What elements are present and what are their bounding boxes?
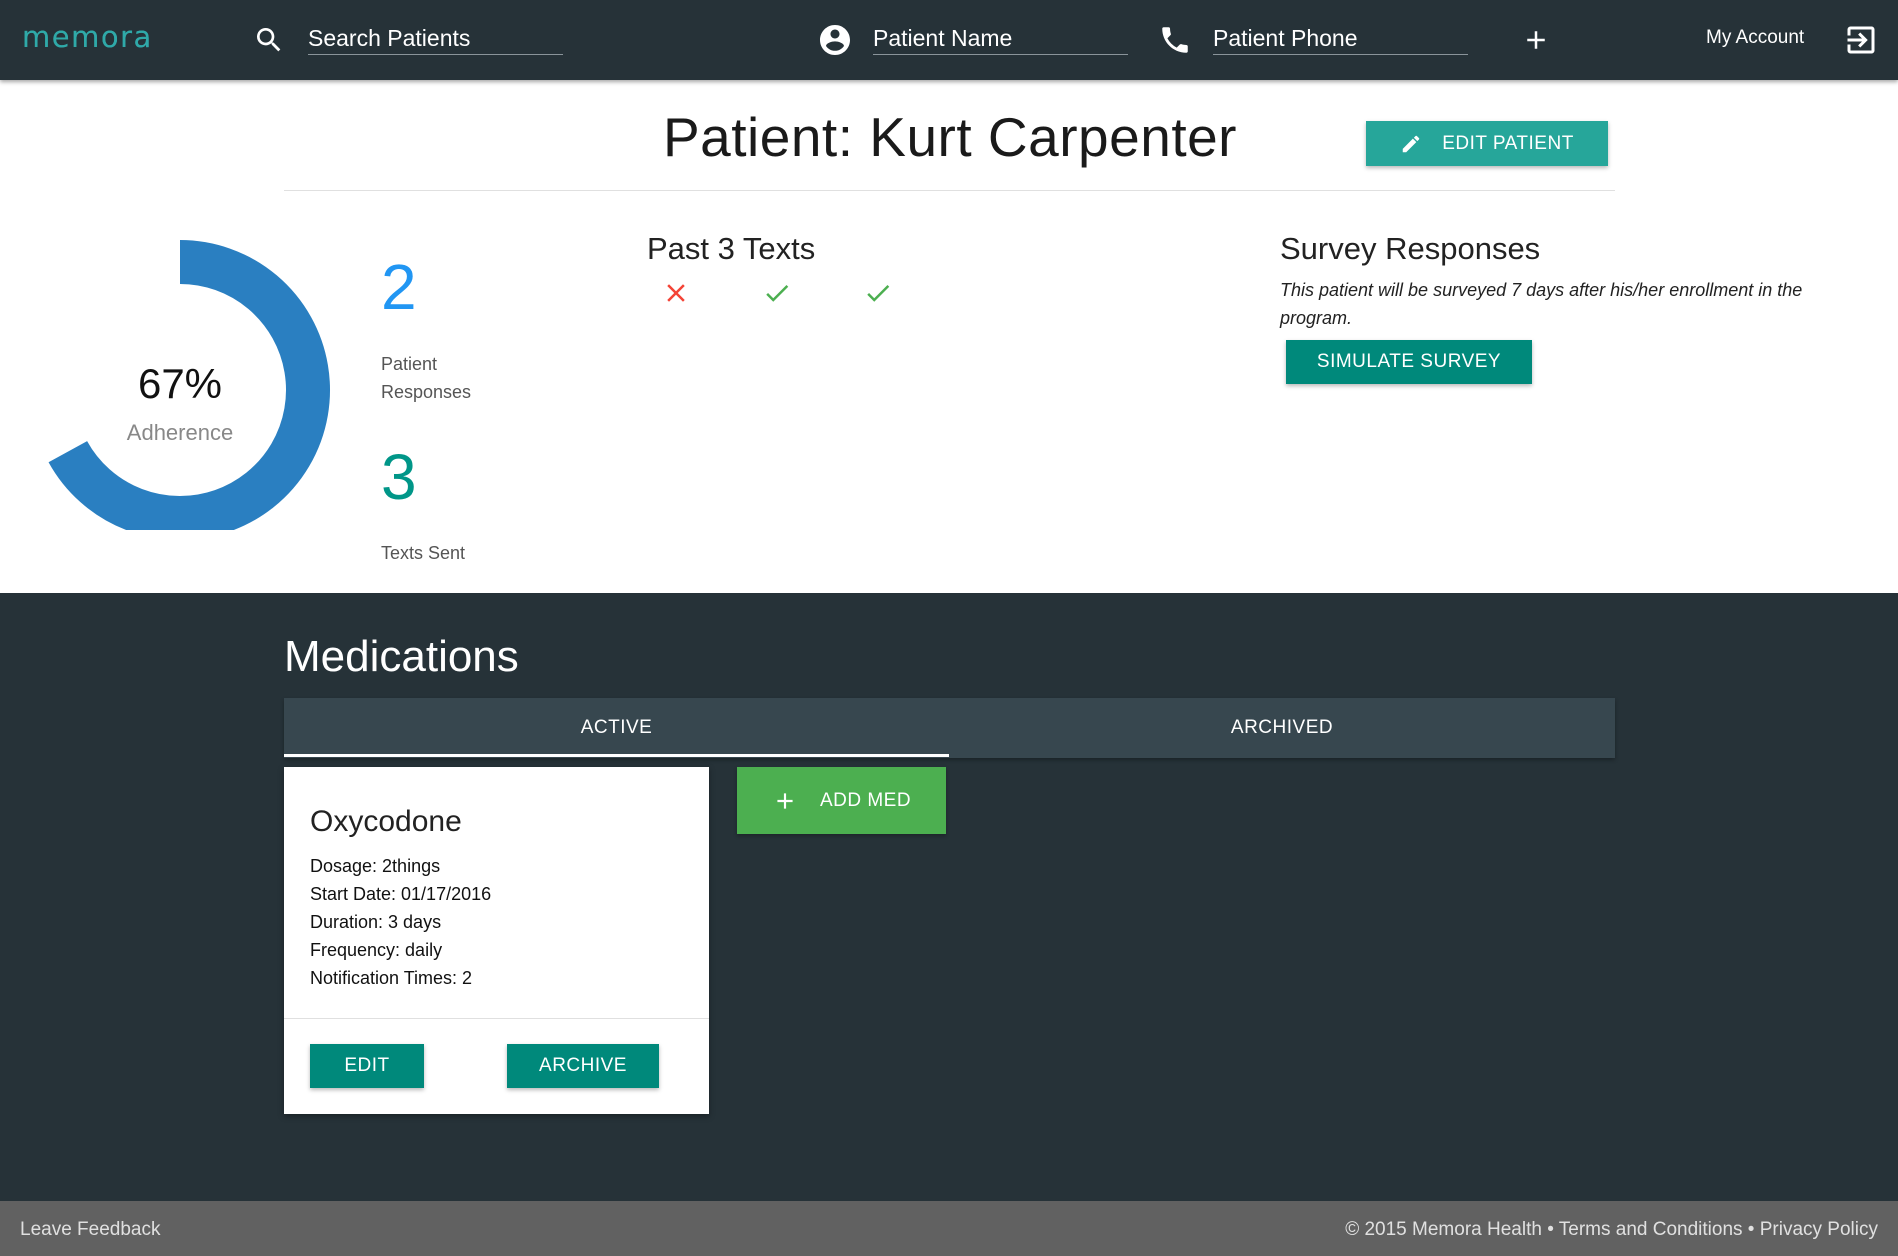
footer: Leave Feedback © 2015 Memora Health • Te… [0,1201,1898,1256]
tab-active[interactable]: ACTIVE [284,698,949,758]
patient-responses-count: 2 [381,251,417,323]
footer-legal-links[interactable]: © 2015 Memora Health • Terms and Conditi… [1345,1219,1878,1241]
medications-title: Medications [284,632,519,681]
add-med-button[interactable]: ADD MED [737,767,946,834]
medication-dosage: Dosage: 2things [310,856,441,876]
simulate-survey-button[interactable]: SIMULATE SURVEY [1286,340,1532,384]
patient-responses-label-line2: Responses [381,382,472,402]
tab-archived[interactable]: ARCHIVED [949,698,1615,758]
logout-icon[interactable] [1843,22,1879,58]
my-account-link[interactable]: My Account [1706,27,1804,49]
active-tab-indicator [284,754,949,757]
past-texts-title: Past 3 Texts [647,231,816,266]
medication-card: Oxycodone Dosage: 2things Start Date: 01… [284,767,709,1114]
account-circle-icon [817,22,853,58]
patient-responses-label-line1: Patient [381,354,438,374]
missed-x-icon [667,284,685,302]
plus-icon [772,788,798,814]
survey-description: This patient will be surveyed 7 days aft… [1280,280,1803,328]
patient-name-input[interactable]: Patient Name [873,22,1128,55]
texts-sent-count: 3 [381,441,417,513]
survey-responses-title: Survey Responses [1280,231,1541,266]
search-input[interactable]: Search Patients [308,22,563,55]
texts-sent-label: Texts Sent [381,543,466,563]
phone-icon [1157,22,1193,58]
medication-duration: Duration: 3 days [310,912,442,932]
patient-phone-input[interactable]: Patient Phone [1213,22,1468,55]
edit-medication-button[interactable]: EDIT [310,1044,424,1088]
medication-name: Oxycodone [310,805,462,838]
top-navbar: memora Search Patients Patient Name Pati… [0,0,1898,80]
adherence-label: Adherence [126,420,234,445]
medication-tabs: ACTIVE ARCHIVED [284,698,1615,758]
patient-responses-label: Patient Responses [381,350,471,406]
medication-notification-times: Notification Times: 2 [310,968,473,988]
medication-frequency: Frequency: daily [310,940,443,960]
add-med-label: ADD MED [819,789,912,811]
brand-logo[interactable]: memora [22,20,153,54]
adherence-percentage: 67% [137,360,223,407]
edit-patient-button[interactable]: EDIT PATIENT [1366,121,1608,166]
archive-medication-button[interactable]: ARCHIVE [507,1044,659,1088]
leave-feedback-link[interactable]: Leave Feedback [20,1219,161,1241]
header-divider [284,190,1615,191]
responded-check-icon [766,284,789,302]
edit-patient-label: EDIT PATIENT [1442,132,1574,154]
search-icon[interactable] [251,22,287,58]
pencil-icon [1400,133,1422,155]
responded-check-icon [867,284,890,302]
add-patient-plus-icon[interactable] [1518,22,1554,58]
page-title: Patient: Kurt Carpenter [662,106,1237,168]
medication-start-date: Start Date: 01/17/2016 [310,884,492,904]
card-divider [284,1018,709,1019]
